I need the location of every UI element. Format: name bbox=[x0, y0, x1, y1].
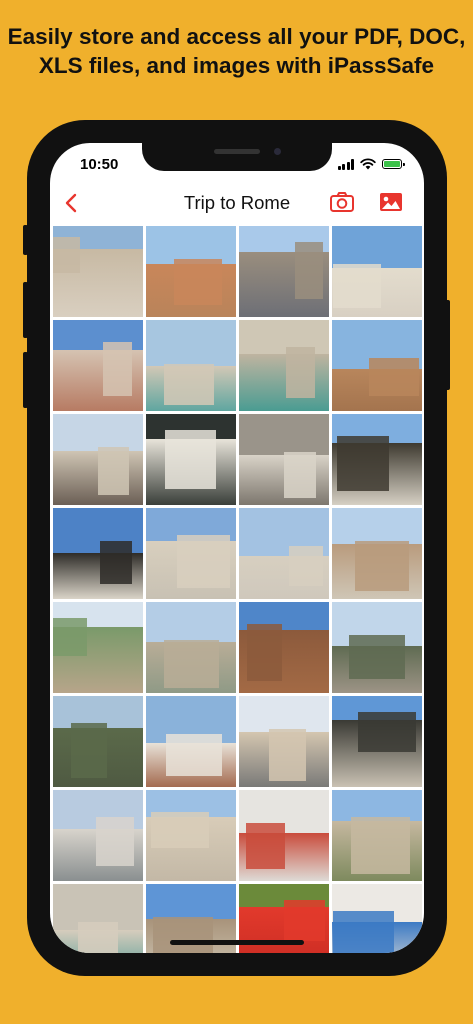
photo-vittoriano[interactable] bbox=[53, 790, 143, 881]
cellular-signal-icon bbox=[337, 158, 354, 170]
photo-st-peters-basilica[interactable] bbox=[146, 508, 236, 599]
photo-castel-santangelo[interactable] bbox=[332, 508, 422, 599]
photo-trevi-fountain[interactable] bbox=[146, 320, 236, 411]
photo-narrow-street-car[interactable] bbox=[239, 226, 329, 317]
photo-baroque-palace[interactable] bbox=[53, 226, 143, 317]
status-time: 10:50 bbox=[80, 156, 119, 173]
photo-quadriga[interactable] bbox=[53, 508, 143, 599]
home-indicator[interactable] bbox=[170, 940, 304, 945]
headline-line-2: XLS files, and images with iPassSafe bbox=[38, 53, 435, 78]
photo-ponte-bridge[interactable] bbox=[146, 602, 236, 693]
photo-ancient-ruins[interactable] bbox=[332, 320, 422, 411]
photo-seagull-roof[interactable] bbox=[146, 696, 236, 787]
notch bbox=[142, 143, 332, 171]
phone-power-button bbox=[445, 300, 450, 390]
phone-volume-up-button bbox=[23, 282, 28, 338]
image-icon[interactable] bbox=[378, 189, 404, 215]
photo-willow-branches[interactable] bbox=[53, 696, 143, 787]
photo-equestrian-statue[interactable] bbox=[332, 414, 422, 505]
photo-metro-map[interactable] bbox=[239, 790, 329, 881]
photo-info-sign[interactable] bbox=[146, 414, 236, 505]
photo-spanish-steps[interactable] bbox=[53, 320, 143, 411]
headline: Easily store and access all your PDF, DO… bbox=[0, 22, 473, 80]
photo-fountain-sculpture[interactable] bbox=[53, 884, 143, 953]
photo-castle-wall[interactable] bbox=[239, 602, 329, 693]
photo-river-view[interactable] bbox=[332, 790, 422, 881]
photo-bridge-crowd[interactable] bbox=[332, 602, 422, 693]
photo-angel-statue[interactable] bbox=[332, 696, 422, 787]
photo-st-peters-square[interactable] bbox=[239, 508, 329, 599]
camera-icon[interactable] bbox=[329, 189, 355, 215]
front-camera bbox=[274, 148, 281, 155]
status-icons bbox=[337, 158, 405, 170]
wifi-icon bbox=[360, 158, 376, 170]
photo-marble-statue[interactable] bbox=[239, 414, 329, 505]
photo-trajan-column[interactable] bbox=[146, 790, 236, 881]
photo-grid bbox=[53, 226, 422, 953]
phone-screen: 10:50 Trip to Rome bbox=[50, 143, 424, 953]
photo-church-street[interactable] bbox=[239, 696, 329, 787]
photo-tiber-river[interactable] bbox=[53, 602, 143, 693]
headline-line-1: Easily store and access all your PDF, DO… bbox=[7, 24, 466, 49]
phone-volume-down-button bbox=[23, 352, 28, 408]
page-title: Trip to Rome bbox=[183, 192, 291, 213]
photo-metro-map-2[interactable] bbox=[332, 884, 422, 953]
battery-charging-icon bbox=[382, 159, 405, 169]
photo-orange-street[interactable] bbox=[146, 226, 236, 317]
phone-side-button bbox=[23, 225, 28, 255]
photo-trinita-church[interactable] bbox=[332, 226, 422, 317]
nav-bar: Trip to Rome bbox=[50, 183, 424, 221]
photo-pantheon[interactable] bbox=[53, 414, 143, 505]
speaker bbox=[214, 149, 260, 154]
photo-trevi-pool[interactable] bbox=[239, 320, 329, 411]
